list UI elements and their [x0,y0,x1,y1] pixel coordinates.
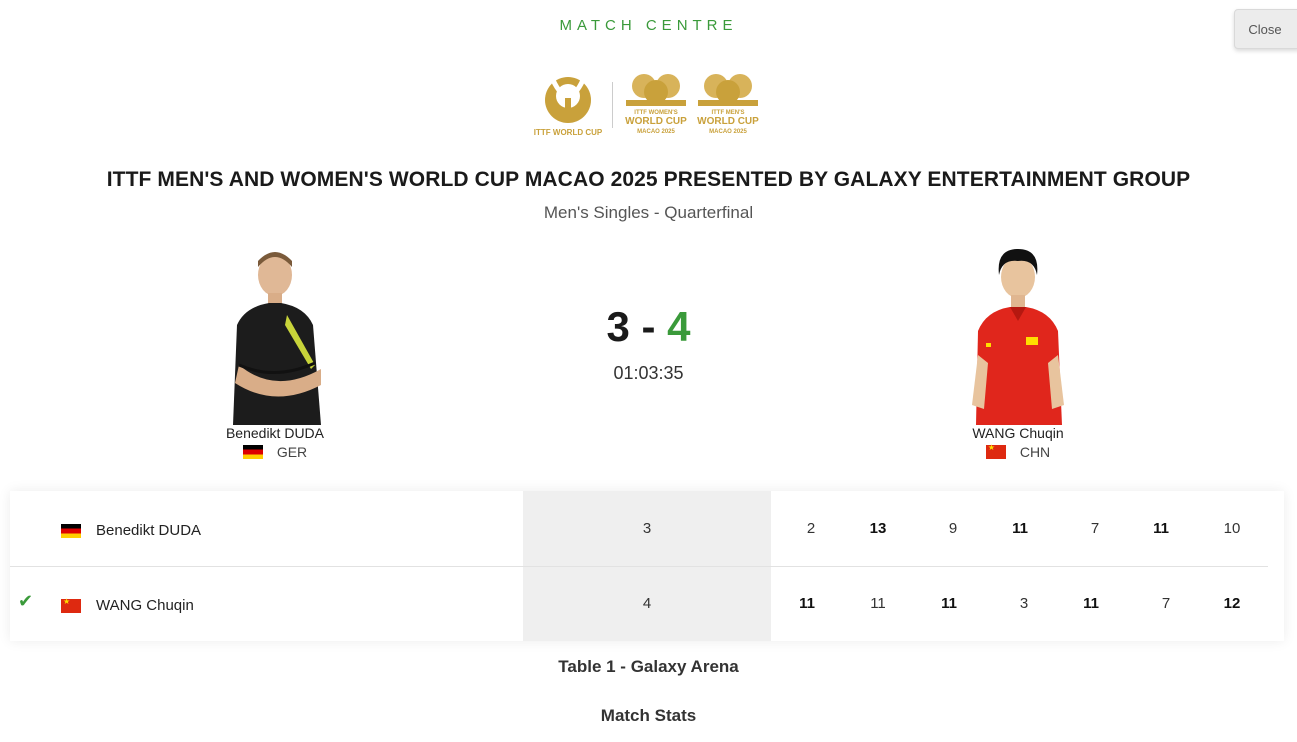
set-6-score: 11 [1153,520,1169,537]
set-2-score: 11 [870,595,886,612]
set-2-score: 13 [869,520,887,537]
germany-flag-icon [61,524,81,538]
set-1-score: 2 [806,520,816,537]
row-games-won: 3 [642,520,652,537]
set-4-score: 3 [1019,595,1029,612]
player-right-country-code: CHN [1019,444,1051,460]
match-stats-link[interactable]: Match Stats [0,706,1297,726]
player-left-country: GER [185,444,365,460]
match-centre-page: MATCH CENTRE Close ITTF WORLD CUP ITTF W… [0,0,1297,742]
player-right-name: WANG Chuqin [972,425,1064,441]
womens-logo-line-3: MACAO 2025 [637,129,675,135]
close-button[interactable]: Close [1234,9,1297,49]
event-title: ITTF MEN'S AND WOMEN'S WORLD CUP MACAO 2… [106,168,1191,191]
match-centre-label: MATCH CENTRE [559,17,738,34]
row-player-name: Benedikt DUDA [96,522,202,539]
germany-flag-icon [242,445,263,459]
set-7-score: 12 [1223,595,1241,612]
mens-logo-line-3: MACAO 2025 [709,129,747,135]
china-flag-icon [985,443,1006,459]
mens-logo-line-2: WORLD CUP [697,116,759,127]
player-right-country: CHN [928,443,1108,460]
scoreboard-row: Benedikt DUDA 3 2 13 9 11 7 11 10 [10,491,1284,566]
event-subtitle: Men's Singles - Quarterfinal [543,203,754,222]
set-4-score: 11 [1012,520,1028,537]
womens-world-cup-logo: ITTF WOMEN'S WORLD CUP MACAO 2025 [624,72,688,140]
score-right: 4 [667,303,691,350]
row-player-name: WANG Chuqin [96,597,194,614]
match-score: 3 - 4 [0,303,1297,351]
table-venue-label: Table 1 - Galaxy Arena [558,657,739,676]
set-6-score: 7 [1161,595,1171,612]
set-3-score: 9 [948,520,958,537]
china-flag-icon [61,597,81,613]
row-games-won: 4 [642,595,652,612]
mens-world-cup-logo: ITTF MEN'S WORLD CUP MACAO 2025 [696,72,760,140]
womens-logo-line-2: WORLD CUP [625,116,687,127]
event-logos: ITTF WORLD CUP ITTF WOMEN'S WORLD CUP MA… [530,72,770,142]
set-5-score: 11 [1083,595,1099,612]
trophy-balls-icon [626,74,686,106]
player-left-name: Benedikt DUDA [225,425,325,441]
winner-check-icon: ✔ [18,591,34,611]
scoreboard-table: Benedikt DUDA 3 2 13 9 11 7 11 10 ✔ WANG… [10,491,1284,641]
player-right[interactable]: WANG Chuqin CHN [928,245,1108,465]
trophy-balls-icon [698,74,758,106]
set-5-score: 7 [1090,520,1100,537]
scoreboard-row: ✔ WANG Chuqin 4 11 11 11 3 11 7 12 [10,566,1284,641]
logo-main-text: ITTF WORLD CUP [533,128,603,137]
set-7-score: 10 [1223,520,1241,537]
logo-divider [612,82,613,128]
ittf-world-cup-logo: ITTF WORLD CUP [530,72,606,140]
set-1-score: 11 [799,595,815,612]
player-left-country-code: GER [276,444,308,460]
score-separator: - [641,303,656,350]
match-duration: 01:03:35 [613,363,684,383]
world-cup-emblem-icon [545,77,591,123]
player-left[interactable]: Benedikt DUDA GER [185,245,365,465]
score-left: 3 [606,303,630,350]
set-3-score: 11 [941,595,957,612]
